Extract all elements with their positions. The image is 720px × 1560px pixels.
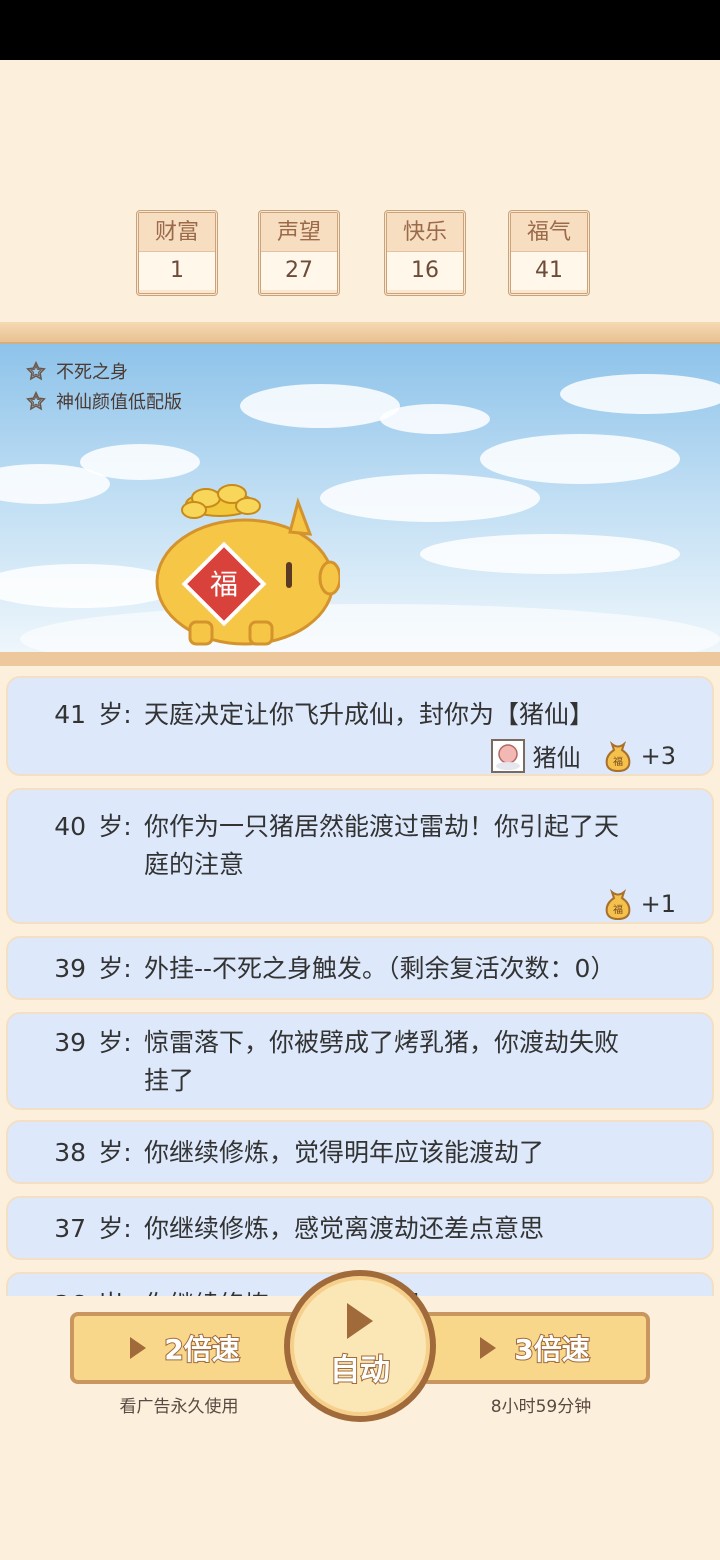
play-icon [480,1337,497,1359]
reward-fortune: +1 [640,890,676,918]
entry-age-unit: 岁: [98,700,132,729]
entry-age: 38 [54,1138,86,1167]
entry-line: 挂了 [144,1066,195,1095]
ornamental-divider [0,322,720,344]
star-outline-icon [26,391,46,411]
trait-item: 神仙颜值低配版 [26,388,182,414]
reward-title: 猪仙 [532,744,581,772]
golden-pig-illustration: 福 [155,484,340,646]
trait-label: 神仙颜值低配版 [56,392,182,413]
svg-text:福: 福 [210,568,238,601]
entry-age: 39 [54,954,86,983]
stat-reputation: 声望 27 [258,210,340,296]
pig-immortal-badge-icon [490,738,525,773]
log-entry: 39 岁: 外挂--不死之身触发。（剩余复活次数：0） [6,936,714,1000]
auto-play-label: 自动 [329,1352,391,1389]
stat-label: 声望 [261,213,337,251]
ground-strip [0,652,720,666]
entry-age-unit: 岁: [98,954,132,983]
entry-age: 37 [54,1214,86,1243]
log-entry: 39 岁: 惊雷落下，你被劈成了烤乳猪，你渡劫失败 挂了 [6,1012,714,1110]
svg-text:福: 福 [613,755,623,768]
status-bar [0,0,720,60]
entry-text: 你继续修炼，感觉离渡劫还差点意思 [144,1214,545,1243]
entry-text: 你作为一只猪居然能渡过雷劫！你引起了天 庭的注意 [144,808,676,884]
stat-value: 16 [387,251,463,290]
entry-age-unit: 岁: [98,1214,132,1243]
entry-text: 外挂--不死之身触发。（剩余复活次数：0） [144,954,616,983]
sky-scene: 不死之身 神仙颜值低配版 福 [0,344,720,652]
fu-money-bag-icon: 福 [605,740,630,772]
speed-3x-label: 3倍速 [513,1332,590,1367]
entry-line: 庭的注意 [144,850,245,879]
entry-line: 惊雷落下，你被劈成了烤乳猪，你渡劫失败 [144,1028,620,1057]
stat-wealth: 财富 1 [136,210,218,296]
trait-label: 不死之身 [56,362,128,383]
stat-happiness: 快乐 16 [384,210,466,296]
entry-age: 40 [54,812,86,841]
life-log-list[interactable]: 41 岁: 天庭决定让你飞升成仙，封你为【猪仙】 猪仙 福 +3 40 岁: 你… [0,666,720,1296]
entry-reward: 福 +1 [40,888,676,920]
stat-fortune: 福气 41 [508,210,590,296]
play-icon [130,1337,147,1359]
speed-3x-button[interactable]: 3倍速 [420,1312,650,1384]
stat-label: 快乐 [387,213,463,251]
entry-age: 36 [40,1286,86,1296]
log-entry: 37 岁: 你继续修炼，感觉离渡劫还差点意思 [6,1196,714,1260]
trait-item: 不死之身 [26,358,128,384]
entry-age-unit: 岁: [98,812,132,841]
entry-age-unit: 岁: [86,1286,144,1296]
stat-label: 福气 [511,213,587,251]
stats-header: 财富 1 声望 27 快乐 16 福气 41 [0,60,720,322]
log-entry: 38 岁: 你继续修炼，觉得明年应该能渡劫了 [6,1120,714,1184]
speed-2x-button[interactable]: 2倍速 [70,1312,300,1384]
fu-money-bag-icon: 福 [605,888,630,920]
reward-fortune: +3 [640,741,676,770]
entry-text: 你继续修炼，觉得明年应该能渡劫了 [144,1138,545,1167]
entry-text: 惊雷落下，你被劈成了烤乳猪，你渡劫失败 挂了 [144,1024,676,1100]
log-entry: 40 岁: 你作为一只猪居然能渡过雷劫！你引起了天 庭的注意 福 +1 [6,788,714,924]
entry-text: 天庭决定让你飞升成仙，封你为【猪仙】 [144,700,595,729]
log-entry: 41 岁: 天庭决定让你飞升成仙，封你为【猪仙】 猪仙 福 +3 [6,676,714,776]
stat-label: 财富 [139,213,215,251]
speed-3x-caption: 8小时59分钟 [490,1397,592,1417]
svg-text:福: 福 [613,903,623,916]
star-outline-icon [26,361,46,381]
entry-age: 41 [54,700,86,729]
speed-2x-label: 2倍速 [163,1332,240,1367]
speed-2x-caption: 看广告永久使用 [119,1397,239,1417]
playback-controls: 2倍速 看广告永久使用 3倍速 8小时59分钟 自动 [0,1270,720,1560]
entry-age-unit: 岁: [98,1138,132,1167]
entry-age-unit: 岁: [98,1028,132,1057]
entry-reward: 猪仙 福 +3 [40,738,676,773]
auto-play-button[interactable]: 自动 [284,1270,436,1422]
stat-value: 27 [261,251,337,290]
entry-line: 你作为一只猪居然能渡过雷劫！你引起了天 [144,812,620,841]
entry-age: 39 [54,1028,86,1057]
play-icon [347,1303,373,1339]
stat-value: 41 [511,251,587,290]
stat-value: 1 [139,251,215,290]
